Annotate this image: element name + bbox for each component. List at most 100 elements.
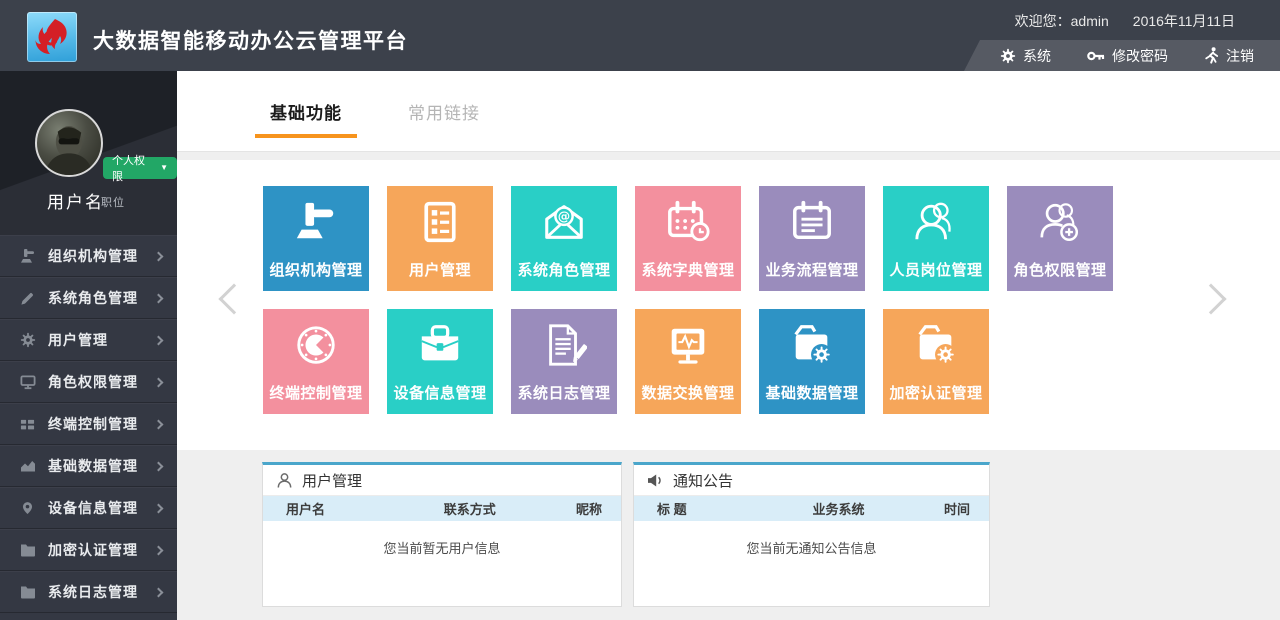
tile-terminal-control[interactable]: 终端控制管理	[263, 309, 369, 414]
chevron-right-icon	[154, 377, 164, 387]
tile-system-dictionary[interactable]: 系统字典管理	[635, 186, 741, 291]
sidebar-item-org-management[interactable]: 组织机构管理	[0, 235, 177, 277]
sidebar-item-label: 加密认证管理	[48, 540, 155, 560]
svg-text:@: @	[558, 209, 570, 224]
tile-label: 系统日志管理	[517, 382, 610, 403]
user-outline-icon	[276, 472, 293, 489]
avatar-photo	[37, 111, 101, 175]
tile-personnel-position[interactable]: 人员岗位管理	[883, 186, 989, 291]
system-label: 系统	[1023, 46, 1051, 66]
current-date: 2016年11月11日	[1133, 11, 1235, 31]
gavel-icon	[19, 248, 36, 265]
tile-label: 人员岗位管理	[889, 259, 982, 280]
tile-business-process[interactable]: 业务流程管理	[759, 186, 865, 291]
welcome-bar: 欢迎您：admin 2016年11月11日	[1015, 11, 1235, 31]
pencil-icon	[19, 290, 36, 307]
sidebar-item-terminal-control[interactable]: 终端控制管理	[0, 403, 177, 445]
speaker-icon	[647, 473, 664, 488]
tile-label: 业务流程管理	[765, 259, 858, 280]
tile-device-info[interactable]: 设备信息管理	[387, 309, 493, 414]
tile-user-management[interactable]: 用户管理	[387, 186, 493, 291]
utility-bar: 系统 修改密码 注销	[964, 40, 1280, 71]
folder-icon	[19, 542, 36, 559]
system-menu-button[interactable]: 系统	[1000, 46, 1051, 66]
sidebar-menu: 组织机构管理 系统角色管理	[0, 235, 177, 613]
tile-row-1: 组织机构管理 用户管理	[263, 186, 1113, 291]
badge-label: 个人权限	[112, 152, 154, 184]
change-password-button[interactable]: 修改密码	[1087, 46, 1168, 66]
tile-data-exchange[interactable]: 数据交换管理	[635, 309, 741, 414]
tile-system-role[interactable]: @ 系统角色管理	[511, 186, 617, 291]
calendar-clock-icon	[665, 195, 711, 249]
column-business-system: 业务系统	[778, 499, 899, 518]
tile-label: 系统字典管理	[641, 259, 734, 280]
tile-system-log[interactable]: 系统日志管理	[511, 309, 617, 414]
sidebar-item-label: 终端控制管理	[48, 414, 155, 434]
chevron-right-icon	[154, 419, 164, 429]
location-pin-icon	[19, 500, 36, 517]
tile-carousel: 组织机构管理 用户管理	[177, 160, 1280, 450]
tile-grid: 组织机构管理 用户管理	[263, 186, 1113, 414]
tile-label: 加密认证管理	[889, 382, 982, 403]
column-title: 标 题	[634, 499, 778, 518]
sidebar: 个人权限 ▼ 用户名 职位 组织机构管理	[0, 71, 177, 620]
chevron-right-icon	[154, 461, 164, 471]
panel-header: 通知公告	[634, 465, 989, 496]
sidebar-item-device-info[interactable]: 设备信息管理	[0, 487, 177, 529]
tile-label: 基础数据管理	[765, 382, 858, 403]
sidebar-item-label: 角色权限管理	[48, 372, 155, 392]
chevron-right-icon	[154, 251, 164, 261]
sidebar-item-system-log[interactable]: 系统日志管理	[0, 571, 177, 613]
users-icon	[913, 195, 959, 249]
sidebar-item-label: 组织机构管理	[48, 246, 155, 266]
tile-label: 终端控制管理	[269, 382, 362, 403]
tab-bar: 基础功能 常用链接	[177, 71, 1280, 152]
panel-header: 用户管理	[263, 465, 621, 496]
panel-title: 用户管理	[302, 470, 362, 491]
panel-title: 通知公告	[673, 470, 733, 491]
tile-role-permission[interactable]: 角色权限管理	[1007, 186, 1113, 291]
tile-row-2: 终端控制管理 设备信息管理	[263, 309, 1113, 414]
tab-basic-functions[interactable]: 基础功能	[255, 71, 357, 152]
sidebar-item-basic-data[interactable]: 基础数据管理	[0, 445, 177, 487]
change-password-label: 修改密码	[1112, 46, 1168, 66]
welcome-user: 欢迎您：admin	[1015, 11, 1109, 31]
carousel-next-button[interactable]	[1195, 283, 1226, 314]
app-window: 大数据智能移动办公云管理平台 欢迎您：admin 2016年11月11日 系统	[0, 0, 1280, 620]
chevron-right-icon	[154, 503, 164, 513]
flame-logo-icon	[35, 18, 69, 56]
tile-encryption-auth[interactable]: 加密认证管理	[883, 309, 989, 414]
area-chart-icon	[19, 458, 36, 475]
table-header-row: 标 题 业务系统 时间	[634, 496, 989, 521]
sidebar-item-label: 系统角色管理	[48, 288, 155, 308]
page-title: 大数据智能移动办公云管理平台	[93, 25, 408, 55]
sidebar-item-system-role[interactable]: 系统角色管理	[0, 277, 177, 319]
checklist-icon	[418, 195, 462, 249]
empty-message: 您当前无通知公告信息	[634, 538, 989, 557]
tile-basic-data[interactable]: 基础数据管理	[759, 309, 865, 414]
tab-common-links[interactable]: 常用链接	[399, 71, 489, 152]
folder-gear-icon	[789, 318, 835, 372]
sidebar-item-label: 系统日志管理	[48, 582, 155, 602]
document-pen-icon	[541, 318, 587, 372]
tile-org-management[interactable]: 组织机构管理	[263, 186, 369, 291]
top-header: 大数据智能移动办公云管理平台 欢迎您：admin 2016年11月11日 系统	[0, 0, 1280, 71]
sidebar-item-user-management[interactable]: 用户管理	[0, 319, 177, 361]
logout-runner-icon	[1204, 47, 1219, 64]
tile-label: 用户管理	[409, 259, 471, 280]
chevron-right-icon	[154, 293, 164, 303]
chevron-right-icon	[154, 545, 164, 555]
briefcase-icon	[417, 318, 463, 372]
user-plus-icon	[1037, 195, 1083, 249]
platform-logo	[27, 12, 77, 62]
sidebar-item-role-permission[interactable]: 角色权限管理	[0, 361, 177, 403]
empty-message: 您当前暂无用户信息	[263, 538, 621, 557]
sidebar-item-encryption-auth[interactable]: 加密认证管理	[0, 529, 177, 571]
gavel-icon	[293, 195, 339, 249]
carousel-prev-button[interactable]	[218, 283, 249, 314]
logout-button[interactable]: 注销	[1204, 46, 1254, 66]
personal-permission-badge[interactable]: 个人权限 ▼	[103, 157, 177, 179]
notice-panel: 通知公告 标 题 业务系统 时间 您当前无通知公告信息	[633, 462, 990, 607]
table-header-row: 用户名 联系方式 昵称	[263, 496, 621, 521]
gauge-icon	[293, 318, 339, 372]
